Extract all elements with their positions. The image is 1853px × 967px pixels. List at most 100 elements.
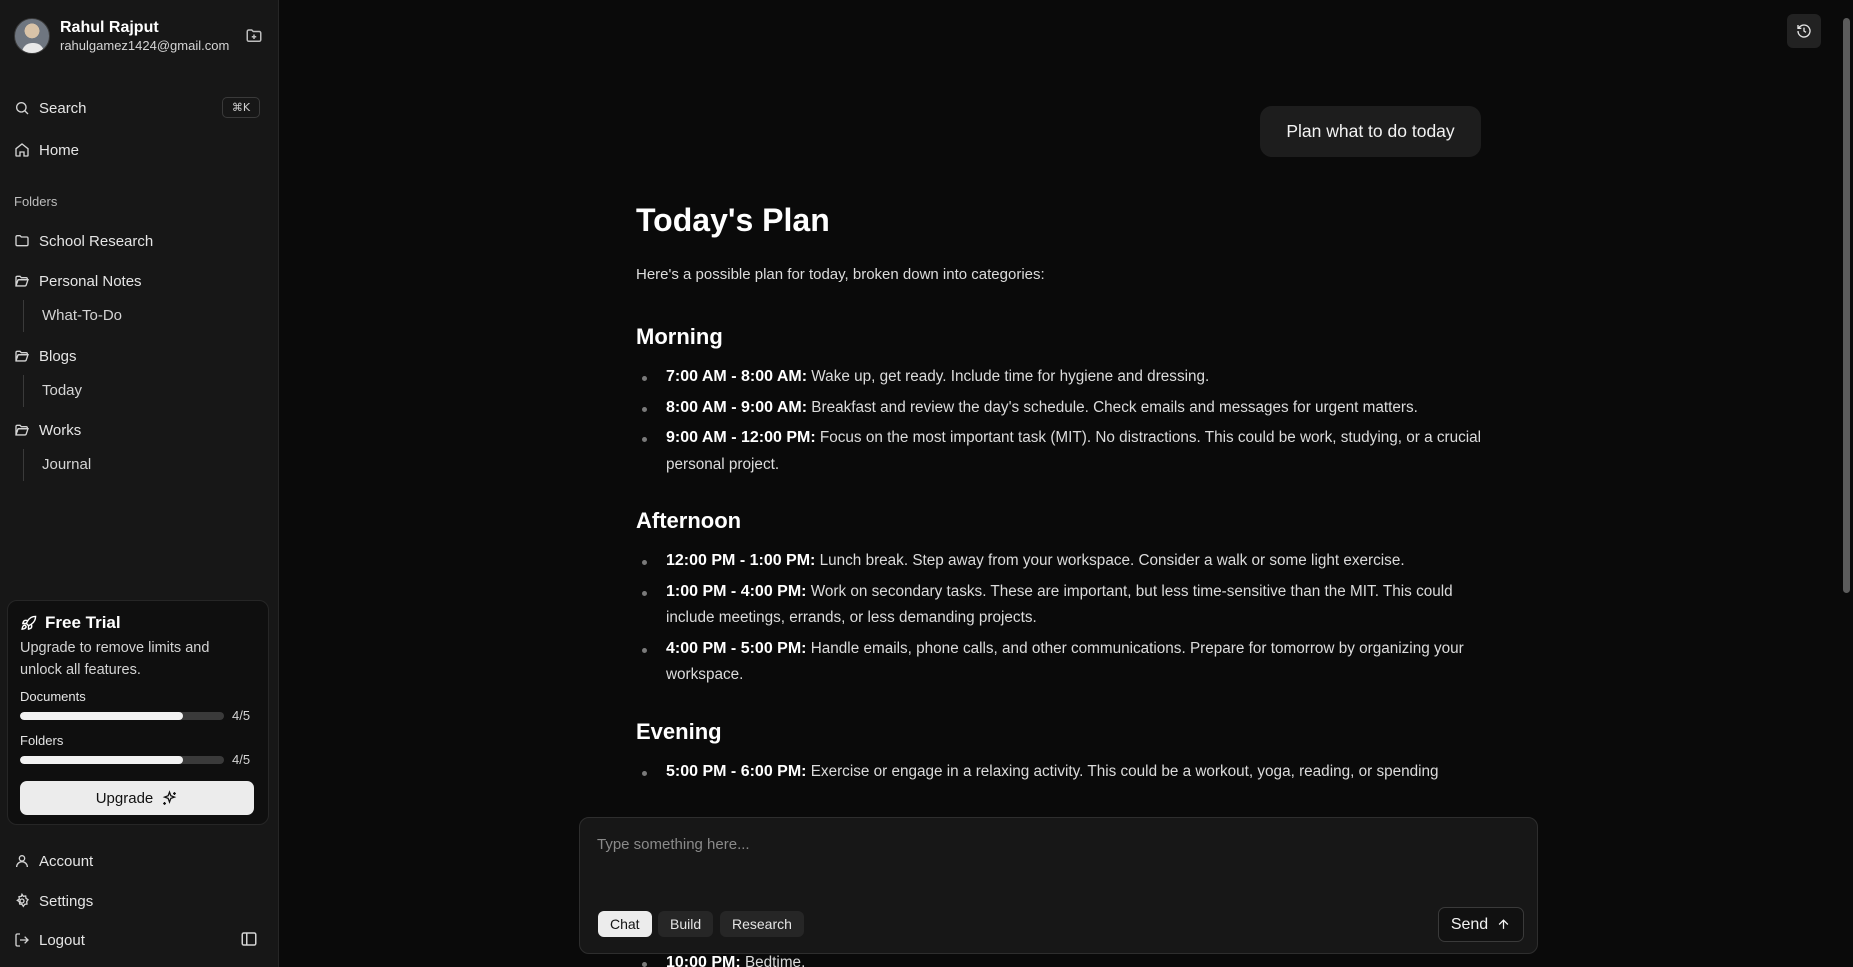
- trial-description: Upgrade to remove limits and unlock all …: [20, 640, 210, 678]
- scrollbar-thumb[interactable]: [1843, 18, 1850, 593]
- folders-usage-label: Folders: [20, 733, 64, 748]
- tree-line: [23, 449, 24, 481]
- trial-title: Free Trial: [20, 613, 121, 633]
- item-text: Bedtime.: [740, 954, 806, 967]
- item-text: Lunch break. Step away from your workspa…: [815, 552, 1405, 569]
- folder-open-icon: [15, 275, 29, 287]
- avatar: [14, 18, 50, 54]
- user-icon: [16, 855, 28, 868]
- documents-usage-count: 4/5: [232, 708, 251, 723]
- message-input[interactable]: [597, 832, 1517, 856]
- rocket-icon: [21, 615, 37, 630]
- profile-text: Rahul Rajput rahulgamez1424@gmail.com: [60, 18, 230, 54]
- folders-usage-count: 4/5: [232, 752, 251, 767]
- plan-list: 12:00 PM - 1:00 PM: Lunch break. Step aw…: [636, 548, 1486, 689]
- folder-label: Personal Notes: [39, 272, 142, 290]
- folder-personal-notes[interactable]: Personal Notes: [14, 269, 142, 293]
- list-item: 8:00 AM - 9:00 AM: Breakfast and review …: [636, 395, 1486, 422]
- arrow-up-icon: [1498, 919, 1509, 929]
- documents-usage-fill: [20, 712, 184, 720]
- profile-email: rahulgamez1424@gmail.com: [60, 38, 230, 53]
- search-shortcut-badge: ⌘K: [222, 97, 260, 118]
- message-composer: Chat Build Research Send: [579, 817, 1538, 954]
- list-item: 5:00 PM - 6:00 PM: Exercise or engage in…: [636, 759, 1486, 786]
- folder-open-icon: [15, 350, 29, 362]
- upgrade-button[interactable]: Upgrade: [20, 781, 254, 815]
- history-icon: [1797, 24, 1811, 38]
- folder-label: Blogs: [39, 347, 77, 365]
- scrollbar[interactable]: [1840, 0, 1853, 967]
- tree-line: [23, 375, 24, 407]
- settings-icon: [16, 893, 29, 908]
- time-range: 8:00 AM - 9:00 AM:: [666, 398, 808, 416]
- document-what-to-do[interactable]: What-To-Do: [42, 305, 122, 327]
- settings-label: Settings: [39, 892, 94, 910]
- list-item: 4:00 PM - 5:00 PM: Handle emails, phone …: [636, 636, 1486, 689]
- settings-link[interactable]: Settings: [14, 888, 93, 914]
- response-title: Today's Plan: [636, 202, 830, 238]
- folder-school-research[interactable]: School Research: [14, 229, 153, 253]
- history-button[interactable]: [1787, 14, 1821, 48]
- mode-research-button[interactable]: Research: [720, 911, 804, 937]
- document-today[interactable]: Today: [42, 380, 82, 402]
- time-range: 9:00 AM - 12:00 PM:: [666, 429, 816, 446]
- section-heading: Evening: [636, 718, 722, 744]
- sidebar-toggle-button[interactable]: [240, 930, 260, 950]
- document-journal[interactable]: Journal: [42, 454, 91, 476]
- logout-link[interactable]: Logout: [14, 927, 85, 953]
- home-link[interactable]: Home: [14, 137, 79, 163]
- mode-build-button[interactable]: Build: [658, 911, 714, 937]
- folders-heading: Folders: [14, 194, 58, 209]
- section-heading: Morning: [636, 324, 723, 349]
- item-text: Wake up, get ready. Include time for hyg…: [807, 368, 1210, 385]
- folders-usage-fill: [20, 756, 184, 764]
- sidebar-toggle-icon: [241, 932, 257, 946]
- trial-title-text: Free Trial: [45, 613, 121, 632]
- sidebar: Rahul Rajput rahulgamez1424@gmail.com Se…: [0, 0, 279, 967]
- logout-label: Logout: [39, 931, 85, 949]
- list-item: 9:00 AM - 12:00 PM: Focus on the most im…: [636, 425, 1486, 478]
- user-profile[interactable]: Rahul Rajput rahulgamez1424@gmail.com: [14, 16, 266, 56]
- home-icon: [15, 143, 29, 157]
- time-range: 10:00 PM:: [666, 954, 741, 967]
- send-label: Send: [1450, 915, 1489, 933]
- assistant-response: Today's Plan Here's a possible plan for …: [636, 196, 1486, 789]
- account-label: Account: [39, 852, 94, 870]
- time-range: 4:00 PM - 5:00 PM:: [666, 639, 807, 657]
- home-label: Home: [39, 141, 80, 159]
- tree-line: [23, 300, 24, 332]
- send-button[interactable]: Send: [1438, 907, 1524, 942]
- mode-chat-button[interactable]: Chat: [598, 911, 652, 937]
- list-item: 12:00 PM - 1:00 PM: Lunch break. Step aw…: [636, 548, 1486, 575]
- sparkle-icon: [162, 789, 177, 805]
- item-text: Exercise or engage in a relaxing activit…: [806, 762, 1439, 780]
- search-label: Search: [39, 99, 87, 117]
- logout-icon: [15, 933, 29, 947]
- profile-name: Rahul Rajput: [60, 19, 159, 36]
- time-range: 7:00 AM - 8:00 AM:: [666, 368, 808, 385]
- list-item: 7:00 AM - 8:00 AM: Wake up, get ready. I…: [636, 364, 1486, 391]
- folder-open-icon: [15, 424, 29, 436]
- folder-icon: [15, 235, 29, 247]
- plan-list: 5:00 PM - 6:00 PM: Exercise or engage in…: [636, 759, 1486, 786]
- folder-label: Works: [39, 421, 82, 439]
- item-text: Breakfast and review the day's schedule.…: [807, 398, 1418, 416]
- search-button[interactable]: Search: [14, 95, 87, 121]
- folder-blogs[interactable]: Blogs: [14, 344, 77, 368]
- plan-list: 7:00 AM - 8:00 AM: Wake up, get ready. I…: [636, 364, 1486, 478]
- account-link[interactable]: Account: [14, 848, 93, 874]
- folders-usage-bar: [20, 756, 224, 764]
- free-trial-card: Free Trial Upgrade to remove limits and …: [7, 600, 269, 825]
- user-message-bubble: Plan what to do today: [1260, 106, 1481, 157]
- upgrade-label: Upgrade: [95, 789, 154, 807]
- new-folder-button[interactable]: [242, 24, 266, 48]
- folder-works[interactable]: Works: [14, 418, 81, 442]
- time-range: 12:00 PM - 1:00 PM:: [666, 552, 816, 569]
- documents-usage-bar: [20, 712, 224, 720]
- list-item: 1:00 PM - 4:00 PM: Work on secondary tas…: [636, 579, 1486, 632]
- time-range: 5:00 PM - 6:00 PM:: [666, 762, 807, 780]
- folder-label: School Research: [39, 232, 154, 250]
- section-heading: Afternoon: [636, 508, 742, 533]
- search-icon: [16, 102, 29, 115]
- response-intro: Here's a possible plan for today, broken…: [636, 266, 1045, 283]
